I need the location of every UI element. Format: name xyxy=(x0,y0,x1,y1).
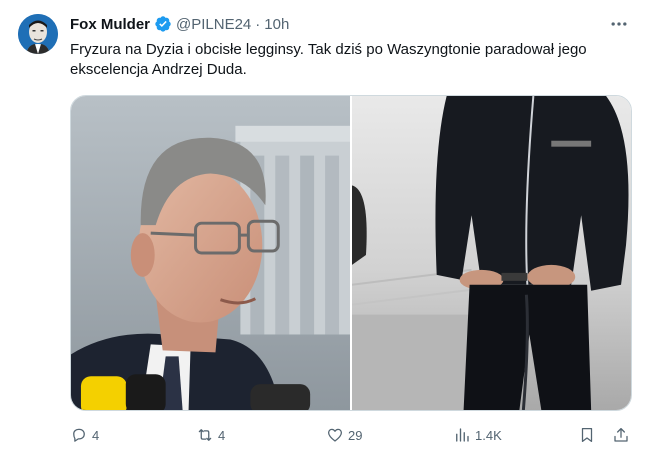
share-button[interactable] xyxy=(612,424,630,446)
author-handle[interactable]: @PILNE24 xyxy=(176,16,251,33)
like-icon xyxy=(327,428,343,442)
view-count: 1.4K xyxy=(475,427,502,443)
photo-leggings-image xyxy=(352,96,631,410)
reply-icon xyxy=(73,428,85,442)
media-photo-2[interactable] xyxy=(352,96,631,410)
retweet-icon xyxy=(198,429,212,441)
tweet-actions: 4 4 29 1.4K xyxy=(70,424,632,446)
retweet-button[interactable]: 4 xyxy=(196,424,225,446)
bookmark-icon xyxy=(581,427,593,443)
tweet-text: Fryzura na Dyzia i obcisłe legginsy. Tak… xyxy=(70,41,587,78)
share-icon xyxy=(614,427,628,442)
author-avatar[interactable] xyxy=(18,14,58,54)
avatar-portrait-icon xyxy=(18,14,58,54)
reply-button[interactable]: 4 xyxy=(70,424,99,446)
more-dots-icon xyxy=(611,22,627,26)
header-separator: · xyxy=(255,15,261,33)
views-icon xyxy=(456,428,469,442)
like-button[interactable]: 29 xyxy=(326,424,362,446)
bookmark-button[interactable] xyxy=(578,424,596,446)
media-grid xyxy=(70,95,632,411)
like-count: 29 xyxy=(348,427,363,443)
verified-badge-icon[interactable] xyxy=(154,15,172,33)
tweet-timestamp[interactable]: 10h xyxy=(264,16,289,33)
retweet-count: 4 xyxy=(218,427,226,443)
media-photo-1[interactable] xyxy=(71,96,350,410)
views-button[interactable]: 1.4K xyxy=(453,424,502,446)
more-options-button[interactable] xyxy=(608,14,630,34)
photo-man-glasses-image xyxy=(71,96,350,410)
tweet-header: Fox Mulder @PILNE24 · 10h xyxy=(70,14,289,34)
author-display-name[interactable]: Fox Mulder xyxy=(70,16,150,33)
tweet-card[interactable]: Fox Mulder @PILNE24 · 10h Fryzura na Dyz… xyxy=(0,0,650,457)
reply-count: 4 xyxy=(92,427,100,443)
